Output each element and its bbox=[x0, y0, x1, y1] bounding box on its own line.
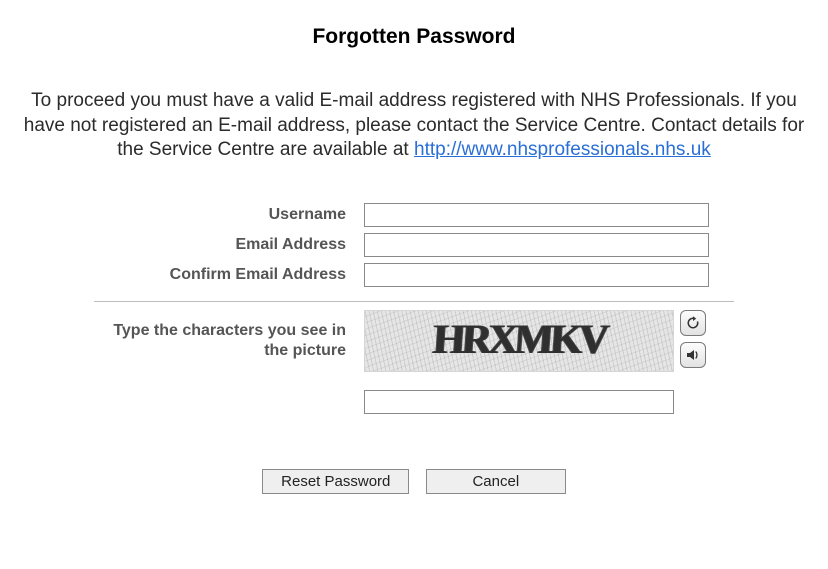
button-row: Reset Password Cancel bbox=[20, 469, 808, 494]
reset-password-button[interactable]: Reset Password bbox=[262, 469, 409, 494]
form-area: Username Email Address Confirm Email Add… bbox=[94, 203, 734, 414]
captcha-image-text: HRXMKV bbox=[431, 316, 606, 364]
captcha-input-row bbox=[94, 390, 734, 414]
username-label: Username bbox=[94, 206, 364, 224]
refresh-icon bbox=[685, 315, 701, 331]
captcha-refresh-button[interactable] bbox=[680, 310, 706, 336]
confirm-email-label: Confirm Email Address bbox=[94, 266, 364, 284]
username-input[interactable] bbox=[364, 203, 709, 227]
divider bbox=[94, 301, 734, 302]
instructions-text: To proceed you must have a valid E-mail … bbox=[20, 89, 808, 163]
service-centre-link[interactable]: http://www.nhsprofessionals.nhs.uk bbox=[414, 139, 711, 160]
captcha-right: HRXMKV bbox=[364, 310, 706, 372]
email-label: Email Address bbox=[94, 236, 364, 254]
captcha-input[interactable] bbox=[364, 390, 674, 414]
email-input[interactable] bbox=[364, 233, 709, 257]
email-row: Email Address bbox=[94, 233, 734, 257]
spacer bbox=[94, 390, 364, 414]
confirm-email-input[interactable] bbox=[364, 263, 709, 287]
captcha-image: HRXMKV bbox=[364, 310, 674, 372]
captcha-label: Type the characters you see in the pictu… bbox=[94, 321, 364, 361]
cancel-button[interactable]: Cancel bbox=[426, 469, 566, 494]
username-row: Username bbox=[94, 203, 734, 227]
confirm-email-row: Confirm Email Address bbox=[94, 263, 734, 287]
page-title: Forgotten Password bbox=[20, 25, 808, 49]
captcha-buttons bbox=[680, 310, 706, 368]
captcha-audio-button[interactable] bbox=[680, 342, 706, 368]
speaker-icon bbox=[685, 347, 701, 363]
captcha-row: Type the characters you see in the pictu… bbox=[94, 310, 734, 372]
